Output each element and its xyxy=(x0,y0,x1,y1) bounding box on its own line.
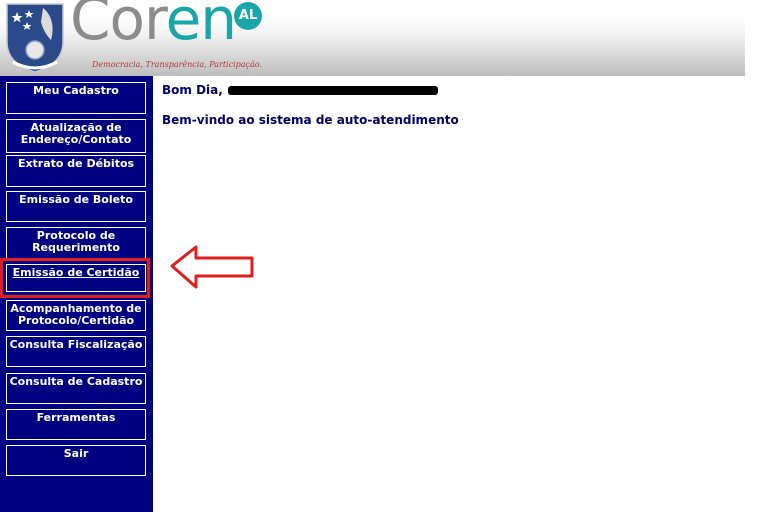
highlight-annotation-box xyxy=(0,258,150,298)
menu-sair[interactable]: Sair xyxy=(6,445,146,476)
redacted-username xyxy=(228,86,438,95)
greeting-text: Bom Dia, xyxy=(162,83,223,97)
menu-atualizacao-endereco[interactable]: Atualização de Endereço/Contato xyxy=(6,119,146,153)
menu-ferramentas[interactable]: Ferramentas xyxy=(6,409,146,440)
menu-acompanhamento-protocolo[interactable]: Acompanhamento de Protocolo/Certidão xyxy=(6,300,146,331)
menu-consulta-fiscalizacao[interactable]: Consulta Fiscalização xyxy=(6,336,146,367)
menu-extrato-debitos[interactable]: Extrato de Débitos xyxy=(6,155,146,187)
coren-wordmark: Coren xyxy=(70,0,237,48)
menu-protocolo-requerimento[interactable]: Protocolo de Requerimento xyxy=(6,227,146,259)
state-badge: AL xyxy=(234,2,262,30)
pointer-arrow-icon xyxy=(170,245,254,289)
welcome-message: Bem-vindo ao sistema de auto-atendimento xyxy=(162,113,459,127)
coren-shield-logo xyxy=(6,3,64,73)
wordmark-cor: Cor xyxy=(70,0,167,53)
wordmark-en: en xyxy=(165,0,237,53)
header-banner: Coren AL Democracia, Transparência, Part… xyxy=(0,0,745,76)
menu-consulta-cadastro[interactable]: Consulta de Cadastro xyxy=(6,373,146,404)
menu-emissao-boleto[interactable]: Emissão de Boleto xyxy=(6,191,146,222)
tagline: Democracia, Transparência, Participação. xyxy=(92,60,262,69)
menu-meu-cadastro[interactable]: Meu Cadastro xyxy=(6,82,146,114)
